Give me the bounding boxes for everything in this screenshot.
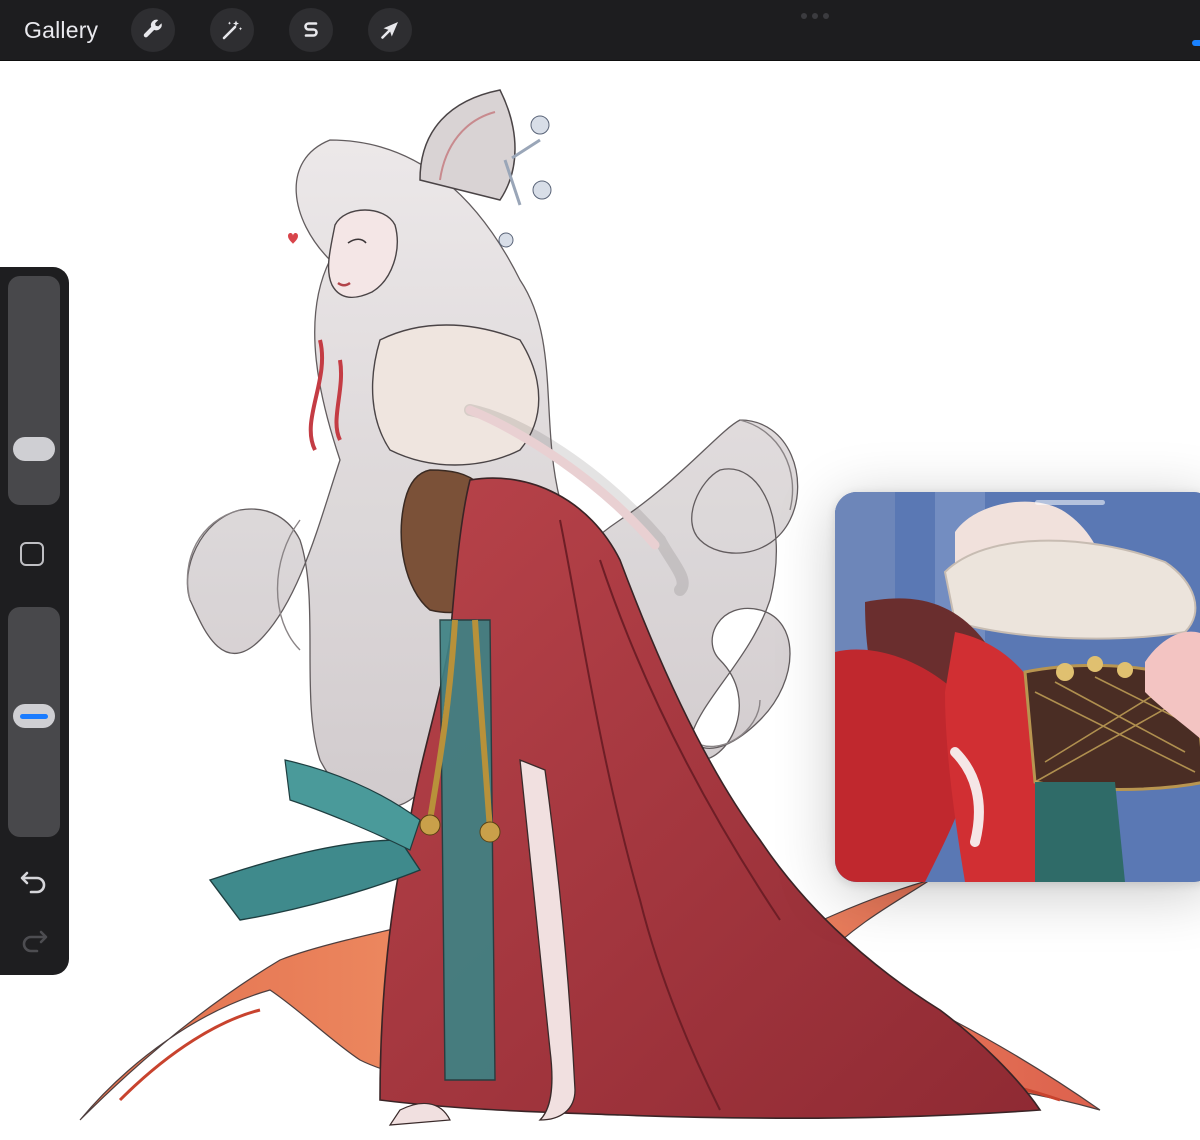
brush-size-thumb[interactable] [13,437,55,461]
reference-window-handle[interactable] [1035,500,1105,505]
selection-button[interactable] [289,8,333,52]
actions-button[interactable] [131,8,175,52]
undo-button[interactable] [18,867,50,895]
reference-image [835,492,1200,882]
brush-opacity-thumb[interactable] [13,704,55,729]
color-swatch-edge[interactable] [1192,40,1200,46]
modify-button[interactable] [20,542,44,566]
arrow-cursor-icon [381,22,398,39]
multitasking-grabber[interactable] [801,13,829,19]
reference-window[interactable] [835,492,1200,882]
top-toolbar: Gallery [0,0,1200,61]
brush-size-slider[interactable] [8,276,60,505]
transform-button[interactable] [368,8,412,52]
redo-arrow-icon [22,930,48,953]
adjustments-button[interactable] [210,8,254,52]
undo-arrow-icon [20,871,46,894]
brush-sidebar [0,267,69,975]
gallery-button[interactable]: Gallery [24,14,98,46]
wrench-icon [143,19,162,38]
redo-button[interactable] [18,926,50,954]
magic-wand-icon [222,20,243,40]
brush-opacity-slider[interactable] [8,607,60,837]
selection-s-icon [304,22,318,37]
